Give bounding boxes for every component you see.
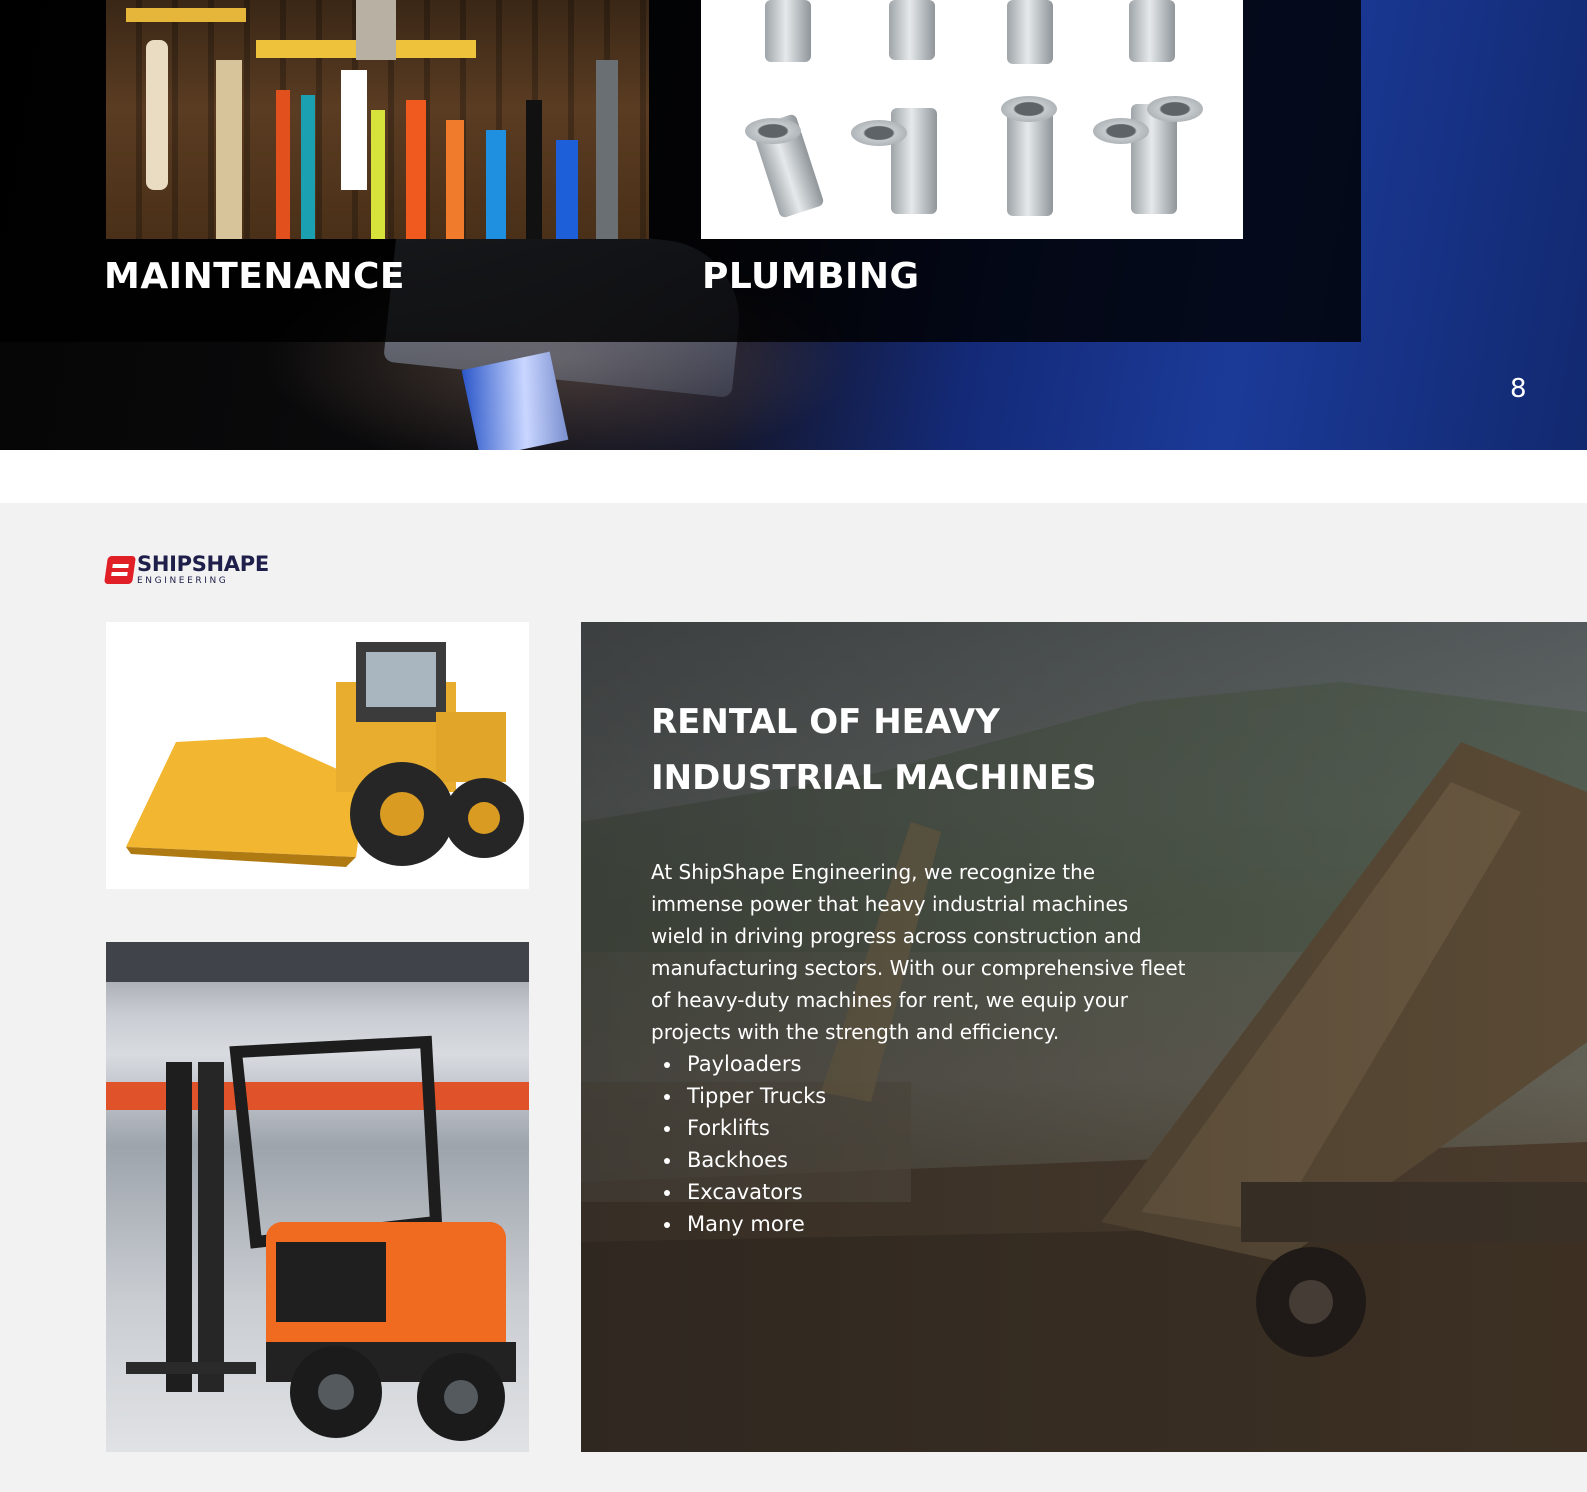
pipe-fitting (765, 0, 811, 62)
maintenance-label: MAINTENANCE (104, 256, 405, 297)
tools-illustration (126, 0, 618, 239)
wheel-loader-illustration (126, 642, 524, 867)
page-number: 8 (1510, 374, 1527, 404)
shipshape-logo: SHIPSHAPE ENGINEERING (104, 552, 296, 588)
pipe-fitting (1007, 0, 1053, 64)
services-slide: MAINTENANCE PLUMBING 8 (0, 0, 1587, 450)
pipe-fitting (889, 0, 935, 60)
pipe-fitting (1129, 0, 1175, 62)
background-wristband (461, 351, 569, 450)
list-item: Payloaders (683, 1048, 826, 1080)
machine-list: Payloaders Tipper Trucks Forklifts Backh… (651, 1048, 826, 1240)
list-item: Excavators (683, 1176, 826, 1208)
logo-subtitle: ENGINEERING (137, 576, 229, 586)
plumbing-image (701, 0, 1243, 239)
list-item: Many more (683, 1208, 826, 1240)
list-item: Forklifts (683, 1112, 826, 1144)
forklift-illustration (106, 942, 529, 1441)
forklift-image (106, 942, 529, 1452)
logo-name: SHIPSHAPE (137, 552, 269, 576)
pipe-opening (1001, 96, 1057, 122)
pipe-opening (851, 120, 907, 146)
rental-hero: RENTAL OF HEAVY INDUSTRIAL MACHINES At S… (581, 622, 1587, 1452)
pipe-opening (745, 118, 801, 144)
list-item: Tipper Trucks (683, 1080, 826, 1112)
plumbing-label: PLUMBING (702, 256, 920, 297)
pipe-opening (1147, 96, 1203, 122)
shipshape-logo-icon (104, 556, 136, 584)
pipe-opening (1093, 118, 1149, 144)
maintenance-image (106, 0, 649, 239)
list-item: Backhoes (683, 1144, 826, 1176)
rental-title: RENTAL OF HEAVY INDUSTRIAL MACHINES (651, 702, 1097, 798)
rental-description: At ShipShape Engineering, we recognize t… (651, 860, 1186, 1044)
rental-slide: SHIPSHAPE ENGINEERING RENTAL OF HEAVY IN… (0, 503, 1587, 1492)
wheel-loader-image (106, 622, 529, 889)
